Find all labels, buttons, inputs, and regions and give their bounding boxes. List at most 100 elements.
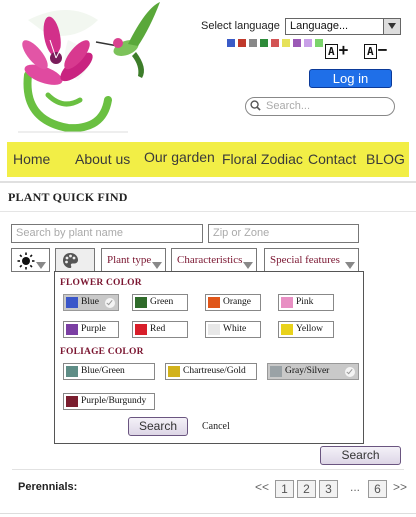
pagination-next[interactable]: >>: [393, 480, 407, 494]
login-button[interactable]: Log in: [309, 69, 392, 88]
yellow-swatch: [281, 324, 293, 335]
chip-label: Red: [150, 324, 166, 334]
language-flag-icon[interactable]: [249, 39, 257, 47]
foliage-color-heading: FOLIAGE COLOR: [60, 347, 144, 357]
nav-contact[interactable]: Contact: [308, 151, 356, 167]
site-search-input[interactable]: Search...: [245, 97, 395, 116]
check-icon: [345, 367, 355, 377]
palette-icon: [63, 253, 78, 268]
caret-down-icon: [152, 262, 162, 269]
select-language-label: Select language: [201, 20, 280, 32]
search-icon: [250, 100, 261, 111]
nav-about-us[interactable]: About us: [75, 151, 130, 167]
plant-name-placeholder: Search by plant name: [16, 227, 124, 239]
flower-color-orange-chip[interactable]: Orange: [205, 294, 261, 311]
nav-floral-zodiac[interactable]: Floral Zodiac: [222, 151, 303, 167]
flower-color-blue-chip[interactable]: Blue: [63, 294, 119, 311]
chip-label: Blue/Green: [81, 366, 125, 376]
special-features-filter[interactable]: Special features: [264, 248, 359, 272]
font-increase-icon: A: [325, 44, 338, 59]
language-flag-icon[interactable]: [304, 39, 312, 47]
chip-label: Green: [150, 297, 174, 307]
pagination-page-last[interactable]: 6: [368, 480, 387, 498]
foliage-color-chartreuse-gold-chip[interactable]: Chartreuse/Gold: [165, 363, 257, 380]
flower-color-heading: FLOWER COLOR: [60, 278, 142, 288]
sun-icon: [17, 252, 35, 270]
plant-type-filter[interactable]: Plant type: [101, 248, 166, 272]
pagination-page-1[interactable]: 1: [275, 480, 294, 498]
main-nav: Home About us Our garden Floral Zodiac C…: [7, 142, 409, 177]
red-swatch: [135, 324, 147, 335]
zip-zone-input[interactable]: Zip or Zone: [208, 224, 359, 243]
chevron-down-icon: [383, 19, 400, 34]
chip-label: Orange: [223, 297, 251, 307]
language-flag-icon[interactable]: [282, 39, 290, 47]
page-bottom-border: [0, 513, 416, 514]
language-flag-icon[interactable]: [293, 39, 301, 47]
language-flag-icon[interactable]: [271, 39, 279, 47]
language-flags: [227, 39, 323, 47]
pagination-prev[interactable]: <<: [255, 480, 269, 494]
language-flag-icon[interactable]: [227, 39, 235, 47]
search-button[interactable]: Search: [320, 446, 401, 465]
foliage-color-purple-burgundy-chip[interactable]: Purple/Burgundy: [63, 393, 155, 410]
chip-label: Blue: [81, 297, 99, 307]
caret-down-icon: [243, 262, 253, 269]
foliage-color-gray-silver-chip[interactable]: Gray/Silver: [267, 363, 359, 380]
sun-exposure-filter[interactable]: [11, 248, 50, 272]
pagination-page-2[interactable]: 2: [297, 480, 316, 498]
flower-color-white-chip[interactable]: White: [205, 321, 261, 338]
orange-swatch: [208, 297, 220, 308]
language-flag-icon[interactable]: [315, 39, 323, 47]
site-search-placeholder: Search...: [266, 100, 311, 112]
chip-label: Yellow: [296, 324, 324, 334]
chip-label: Pink: [296, 297, 314, 307]
language-flag-icon[interactable]: [260, 39, 268, 47]
results-divider: [12, 469, 404, 470]
characteristics-filter[interactable]: Characteristics: [171, 248, 257, 272]
cancel-button[interactable]: Cancel: [202, 421, 230, 432]
flower-color-pink-chip[interactable]: Pink: [278, 294, 334, 311]
flower-color-yellow-chip[interactable]: Yellow: [278, 321, 334, 338]
flower-color-green-chip[interactable]: Green: [132, 294, 188, 311]
language-flag-icon[interactable]: [238, 39, 246, 47]
green-swatch: [135, 297, 147, 308]
font-decrease-button[interactable]: A −: [364, 40, 387, 59]
pagination-ellipsis: ...: [350, 480, 361, 494]
color-dropdown-panel: FLOWER COLOR Blue Green Orange Pink Purp…: [54, 271, 364, 444]
purple-swatch: [66, 324, 78, 335]
font-decrease-icon: A: [364, 44, 377, 59]
caret-down-icon: [345, 262, 355, 269]
chip-label: Purple: [81, 324, 106, 334]
flower-color-purple-chip[interactable]: Purple: [63, 321, 119, 338]
foliage-color-blue-green-chip[interactable]: Blue/Green: [63, 363, 155, 380]
chip-label: Chartreuse/Gold: [183, 366, 246, 376]
language-dropdown[interactable]: Language...: [285, 18, 401, 35]
caret-down-icon: [36, 262, 46, 269]
pagination-page-3[interactable]: 3: [319, 480, 338, 498]
language-dropdown-value: Language...: [290, 20, 349, 32]
blue-green-swatch: [66, 366, 78, 377]
nav-blog[interactable]: BLOG: [366, 151, 405, 167]
results-category-label: Perennials:: [18, 481, 78, 493]
plant-name-input[interactable]: Search by plant name: [11, 224, 203, 243]
page-title: PLANT QUICK FIND: [8, 190, 128, 204]
header-divider: [0, 181, 416, 183]
title-divider: [0, 211, 416, 212]
nav-home[interactable]: Home: [13, 151, 50, 167]
check-icon: [105, 298, 115, 308]
chip-label: Purple/Burgundy: [81, 396, 147, 406]
zip-zone-placeholder: Zip or Zone: [213, 227, 270, 239]
nav-our-garden[interactable]: Our garden: [144, 149, 215, 165]
blue-swatch: [66, 297, 78, 308]
white-swatch: [208, 324, 220, 335]
color-filter[interactable]: [55, 248, 95, 273]
flower-color-red-chip[interactable]: Red: [132, 321, 188, 338]
gray-silver-swatch: [270, 366, 282, 377]
color-search-button[interactable]: Search: [128, 417, 188, 436]
purple-burgundy-swatch: [66, 396, 78, 407]
pink-swatch: [281, 297, 293, 308]
font-increase-button[interactable]: A +: [325, 40, 348, 59]
hummingbird-flower-logo: [18, 2, 160, 133]
chip-label: Gray/Silver: [285, 366, 330, 376]
